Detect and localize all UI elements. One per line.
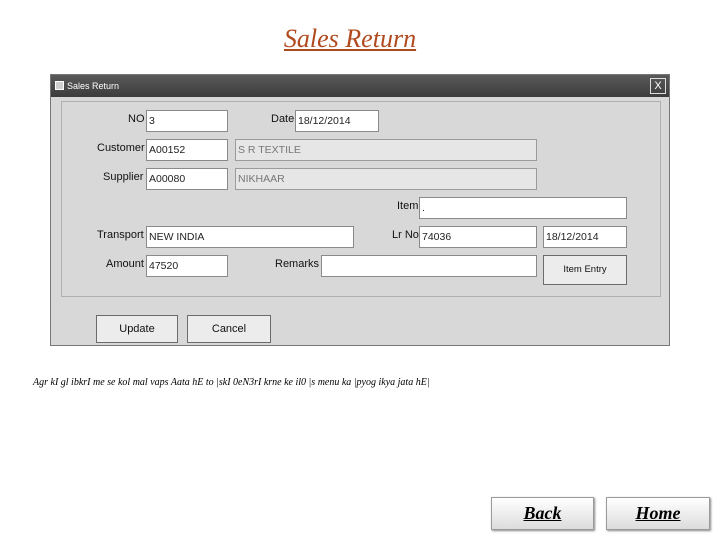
remarks-label: Remarks — [275, 258, 320, 270]
supplier-label: Supplier — [103, 171, 144, 183]
back-button[interactable]: Back — [491, 497, 594, 530]
lr-no-label: Lr No — [392, 229, 419, 241]
lr-date-field[interactable]: 18/12/2014 — [543, 226, 627, 248]
window-titlebar: Sales Return X — [51, 75, 669, 97]
sales-return-window: Sales Return X NO 3 Date 18/12/2014 Cust… — [50, 74, 670, 346]
amount-field[interactable]: 47520 — [146, 255, 228, 277]
update-button[interactable]: Update — [96, 315, 178, 343]
item-field[interactable]: . — [419, 197, 627, 219]
supplier-code-field[interactable]: A00080 — [146, 168, 228, 190]
cancel-button[interactable]: Cancel — [187, 315, 271, 343]
amount-label: Amount — [106, 258, 144, 270]
item-entry-button[interactable]: Item Entry — [543, 255, 627, 285]
home-button[interactable]: Home — [606, 497, 710, 530]
close-icon[interactable]: X — [650, 78, 666, 94]
no-label: NO — [128, 113, 145, 125]
description-text: Agr kI gl ibkrI me se kol mal vaps Aata … — [33, 377, 430, 388]
remarks-field[interactable] — [321, 255, 537, 277]
customer-label: Customer — [97, 142, 145, 154]
date-field[interactable]: 18/12/2014 — [295, 110, 379, 132]
transport-field[interactable]: NEW INDIA — [146, 226, 354, 248]
no-field[interactable]: 3 — [146, 110, 228, 132]
item-label: Item — [397, 200, 419, 212]
lr-no-field[interactable]: 74036 — [419, 226, 537, 248]
window-title: Sales Return — [67, 81, 120, 91]
app-icon — [55, 81, 64, 90]
customer-name-field: S R TEXTILE — [235, 139, 537, 161]
transport-label: Transport — [97, 229, 144, 241]
customer-code-field[interactable]: A00152 — [146, 139, 228, 161]
date-label: Date — [271, 113, 295, 125]
page-title: Sales Return — [283, 24, 417, 53]
supplier-name-field: NIKHAAR — [235, 168, 537, 190]
